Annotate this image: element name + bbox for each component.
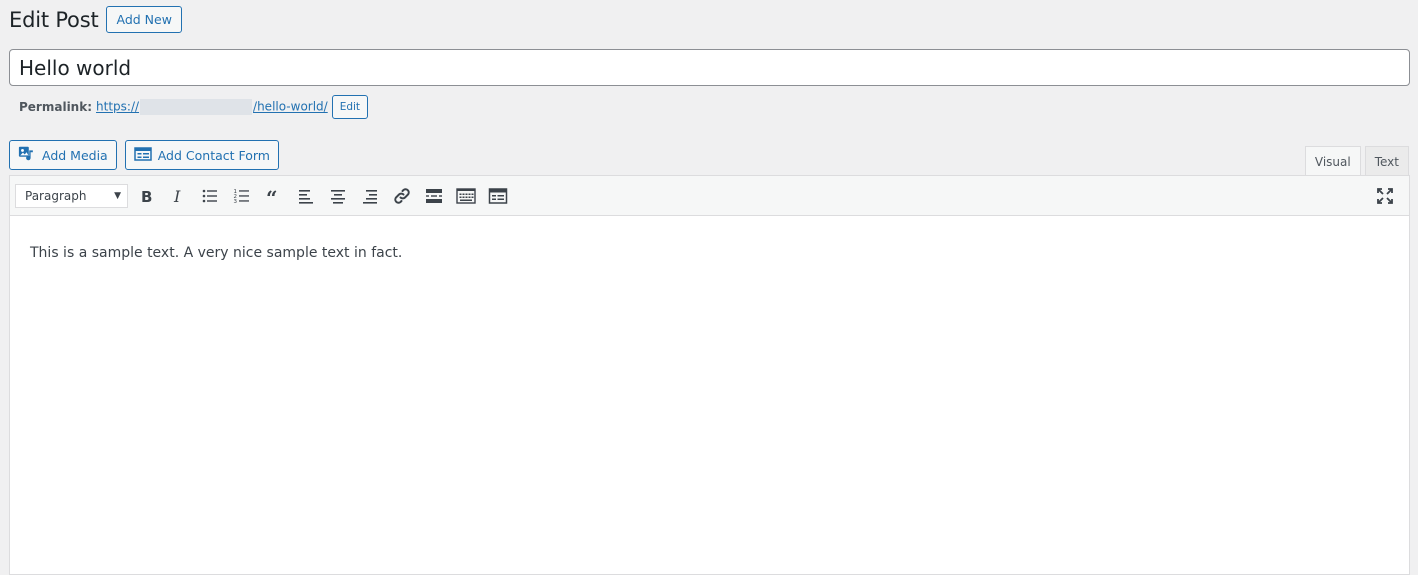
bullet-list-icon (202, 189, 217, 202)
permalink-prefix: https:// (96, 99, 140, 114)
editor-content[interactable]: This is a sample text. A very nice sampl… (10, 216, 1409, 290)
format-select-value: Paragraph (25, 188, 87, 203)
fullscreen-icon (1377, 188, 1393, 204)
add-media-button[interactable]: Add Media (9, 140, 117, 170)
svg-text:3: 3 (234, 199, 238, 205)
numbered-list-button[interactable]: 123 (226, 181, 258, 211)
bullet-list-button[interactable] (194, 181, 226, 211)
media-buttons: Add Media Add Contact Form (9, 140, 279, 170)
editor-toolbar: Paragraph ▼ B I 123 “ (10, 176, 1409, 216)
permalink-label: Permalink: (19, 100, 93, 114)
toolbar-toggle-button[interactable] (450, 181, 482, 211)
add-new-button[interactable]: Add New (106, 6, 182, 33)
align-center-icon (331, 189, 345, 204)
italic-icon: I (173, 187, 181, 206)
italic-button[interactable]: I (162, 181, 194, 211)
bold-icon: B (141, 188, 152, 206)
media-icon (18, 145, 36, 166)
page-title: Edit Post (9, 7, 99, 32)
align-right-button[interactable] (354, 181, 386, 211)
link-button[interactable] (386, 181, 418, 211)
editor: Paragraph ▼ B I 123 “ This is a sample t… (9, 175, 1410, 575)
permalink-row: Permalink: https:// /hello-world/ Edit (19, 95, 369, 119)
add-contact-form-button[interactable]: Add Contact Form (124, 140, 279, 170)
link-icon (394, 187, 410, 204)
content-paragraph: This is a sample text. A very nice sampl… (30, 245, 403, 261)
align-right-icon (363, 189, 377, 204)
permalink-link[interactable]: https:// /hello-world/ (96, 99, 328, 115)
numbered-list-icon: 123 (234, 189, 249, 205)
svg-text:B: B (141, 188, 152, 206)
align-left-icon (299, 189, 313, 204)
permalink-slug: /hello-world/ (253, 99, 328, 114)
contact-form-icon (133, 146, 152, 165)
redacted-domain (140, 99, 253, 115)
contact-form-toolbar-button[interactable] (482, 181, 514, 211)
format-select[interactable]: Paragraph ▼ (15, 183, 128, 208)
read-more-button[interactable] (418, 181, 450, 211)
tab-text[interactable]: Text (1364, 146, 1409, 176)
page-header: Edit Post Add New (9, 6, 182, 33)
chevron-down-icon: ▼ (114, 190, 121, 201)
fullscreen-button[interactable] (1369, 181, 1401, 211)
svg-text:I: I (173, 187, 181, 206)
add-media-label: Add Media (42, 147, 108, 163)
tab-visual[interactable]: Visual (1304, 146, 1361, 176)
svg-text:“: “ (266, 186, 278, 206)
editor-tabs: Visual Text (1301, 146, 1409, 176)
add-contact-form-label: Add Contact Form (157, 147, 270, 163)
blockquote-icon: “ (266, 186, 278, 206)
edit-permalink-button[interactable]: Edit (331, 95, 369, 119)
contact-form-toolbar-icon (488, 187, 508, 204)
align-center-button[interactable] (322, 181, 354, 211)
toolbar-toggle-icon (456, 187, 476, 204)
read-more-icon (426, 188, 442, 203)
bold-button[interactable]: B (130, 181, 162, 211)
align-left-button[interactable] (290, 181, 322, 211)
post-title-input[interactable] (9, 49, 1410, 86)
blockquote-button[interactable]: “ (258, 181, 290, 211)
